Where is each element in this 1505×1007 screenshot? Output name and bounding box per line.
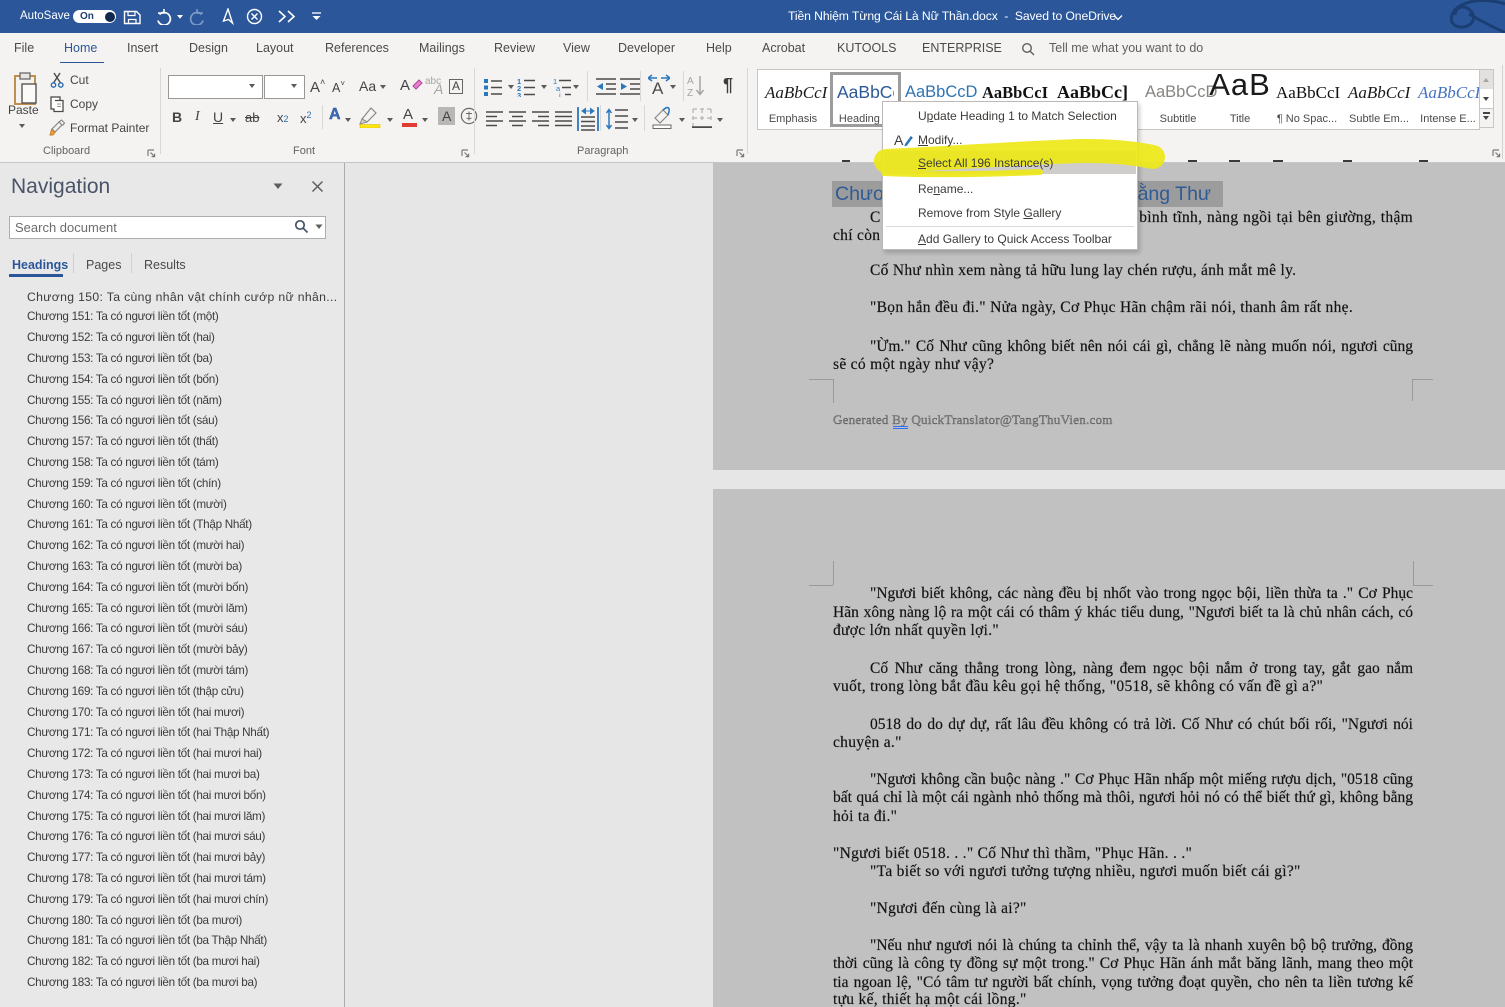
svg-text:A: A [687,76,694,87]
svg-text:A: A [652,79,664,98]
svg-text:A: A [894,132,904,148]
svg-text:Z: Z [687,88,693,99]
svg-text:i: i [559,91,561,97]
svg-text:3: 3 [517,91,521,97]
